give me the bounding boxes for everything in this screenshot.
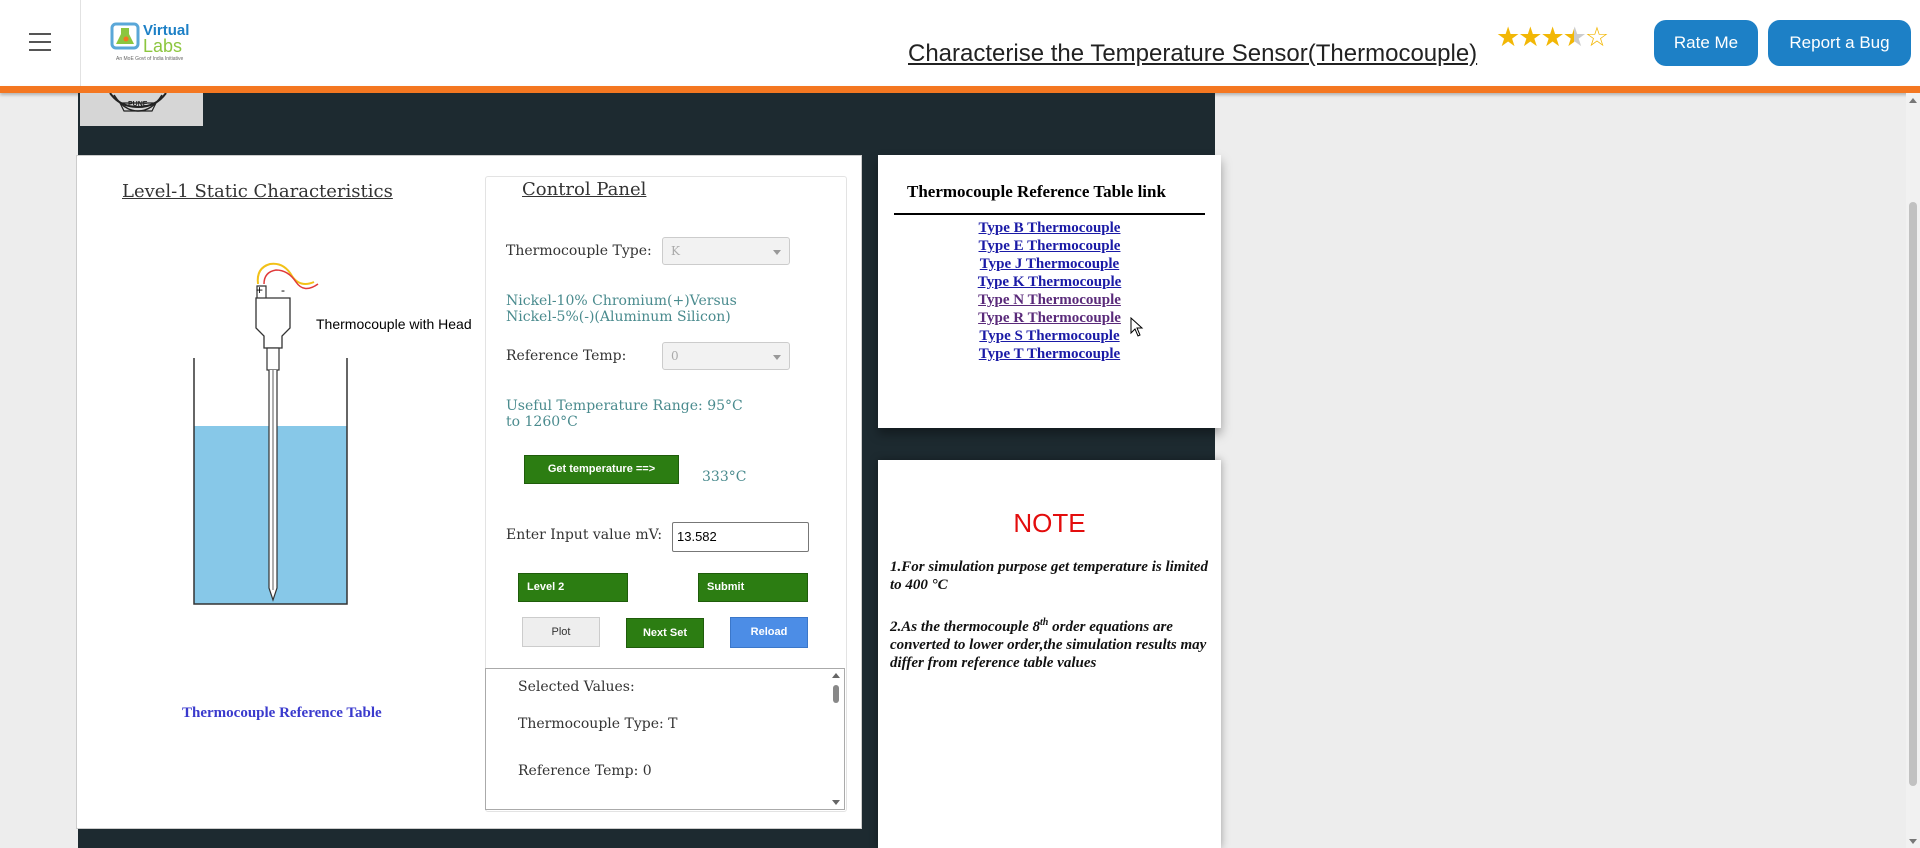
virtual-labs-logo[interactable]: Virtual Labs An MoE Govt of India Initia… [110,18,200,68]
header-accent-bar [0,86,1920,93]
wire-yellow [256,262,315,285]
divider [894,213,1205,215]
star-rating[interactable]: ★★★★☆ [1496,22,1609,52]
logo-labs-text: Labs [143,36,183,56]
ref-link-type-b[interactable]: Type B Thermocouple [878,220,1221,237]
temperature-readout: 333°C [702,469,747,485]
star-filled-icon: ★ [1496,22,1520,52]
mouse-cursor-icon [1130,317,1144,337]
scroll-down-icon[interactable] [832,800,840,805]
ref-link-type-j[interactable]: Type J Thermocouple [878,256,1221,273]
input-mv-field[interactable]: 13.582 [672,522,809,552]
ref-link-type-s[interactable]: Type S Thermocouple [878,328,1221,345]
scroll-thumb[interactable] [833,685,839,703]
thermocouple-head-label: Thermocouple with Head [316,316,472,332]
reference-temp-value: 0 [671,349,679,363]
scroll-up-icon[interactable] [832,673,840,678]
level-title: Level-1 Static Characteristics [122,181,393,202]
plot-button[interactable]: Plot [522,617,600,647]
selected-ref-temp-line: Reference Temp: 0 [518,763,652,779]
note-line-1: 1.For simulation purpose get temperature… [890,559,1208,593]
hamburger-line [29,49,51,51]
get-temperature-button[interactable]: Get temperature ==> [524,455,679,484]
scroll-up-icon[interactable] [1906,96,1920,106]
star-empty-icon: ☆ [1584,22,1609,52]
chevron-down-icon [773,355,781,360]
reference-temp-label: Reference Temp: [506,348,627,364]
chevron-down-icon [773,250,781,255]
note-line-2: 2.As the thermocouple 8th order equation… [890,614,1210,672]
ref-link-type-k[interactable]: Type K Thermocouple [878,274,1221,291]
thermocouple-type-value: K [671,244,680,258]
scroll-down-icon[interactable] [1906,836,1920,846]
thermocouple-type-select[interactable]: K [662,237,790,265]
page-scroll-thumb[interactable] [1909,202,1917,786]
input-mv-label: Enter Input value mV: [506,527,663,543]
reference-links-title: Thermocouple Reference Table link [907,182,1166,201]
level-2-button[interactable]: Level 2 [518,573,628,602]
rate-me-button[interactable]: Rate Me [1654,20,1758,66]
selected-type-line: Thermocouple Type: T [518,716,678,732]
plus-sign: + [256,283,263,297]
temperature-range-text: Useful Temperature Range: 95°C to 1260°C [506,398,743,430]
hamburger-line [29,41,51,43]
thermocouple-type-label: Thermocouple Type: [506,243,652,259]
thermocouple-description: Nickel-10% Chromium(+)Versus Nickel-5%(-… [506,293,737,325]
note-title: NOTE [1013,508,1086,538]
control-panel-title: Control Panel [522,179,647,200]
logo-tagline: An MoE Govt of India Initiative [116,56,184,62]
college-logo-text: PUNE [128,101,148,108]
reference-table-link[interactable]: Thermocouple Reference Table [182,705,382,722]
report-bug-button[interactable]: Report a Bug [1768,20,1911,66]
minus-sign: - [281,283,285,297]
ref-link-type-r[interactable]: Type R Thermocouple [878,310,1221,327]
thermocouple-beaker-diagram: + - [193,262,348,605]
ref-link-type-e[interactable]: Type E Thermocouple [878,238,1221,255]
menu-button[interactable] [0,0,81,86]
hamburger-icon [29,33,51,35]
college-seal-icon [109,92,167,112]
page-title: Characterise the Temperature Sensor(Ther… [908,40,1478,67]
star-filled-icon: ★ [1540,22,1564,52]
selected-values-scrollbar[interactable] [828,668,844,810]
submit-button[interactable]: Submit [698,573,808,602]
star-half-icon: ★ [1562,22,1587,52]
reference-temp-select[interactable]: 0 [662,342,790,370]
thermocouple-head [255,297,291,349]
reload-button[interactable]: Reload [730,617,808,648]
ref-link-type-n[interactable]: Type N Thermocouple [878,292,1221,309]
ref-link-type-t[interactable]: Type T Thermocouple [878,346,1221,363]
note-line-2-prefix: 2.As the thermocouple 8 [890,619,1041,635]
next-set-button[interactable]: Next Set [626,618,704,648]
selected-values-heading: Selected Values: [518,679,635,695]
college-logo: PUNE [80,92,203,126]
star-filled-icon: ★ [1518,22,1542,52]
